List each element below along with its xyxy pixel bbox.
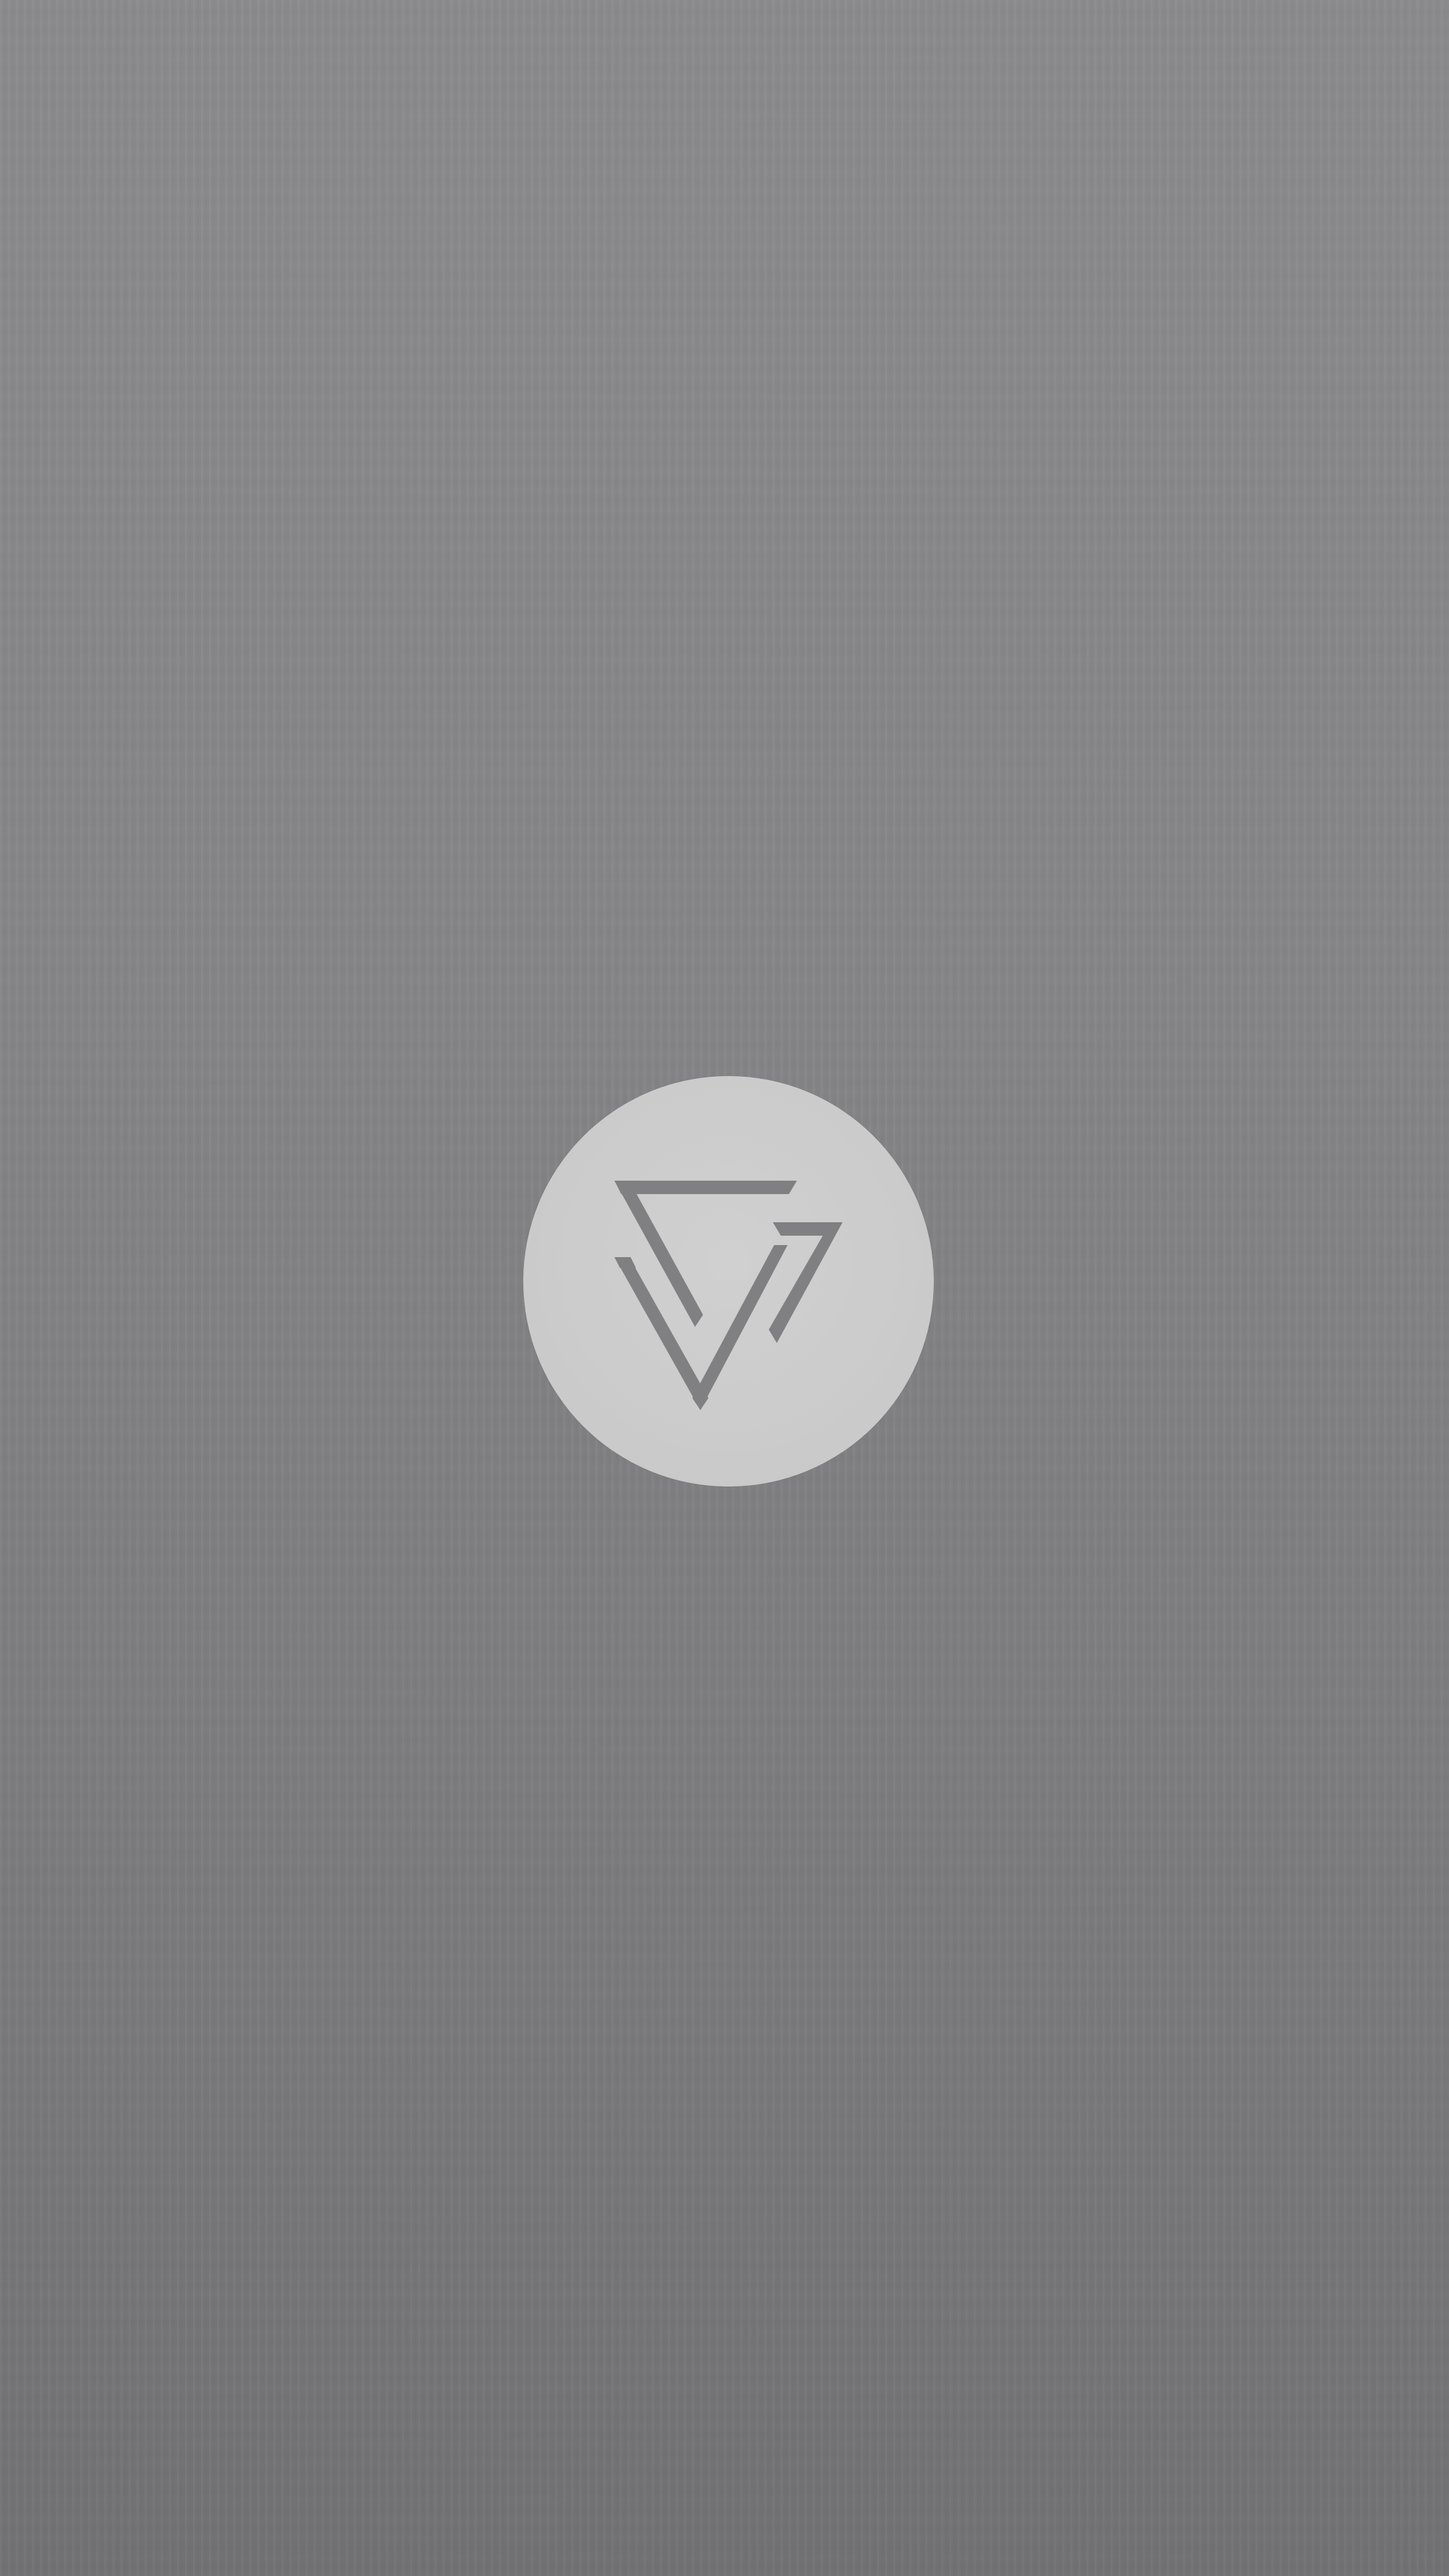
app-logo-badge [523,1076,934,1487]
triangle-knot-logo-icon [614,1181,843,1410]
splash-screen [0,0,1449,2576]
